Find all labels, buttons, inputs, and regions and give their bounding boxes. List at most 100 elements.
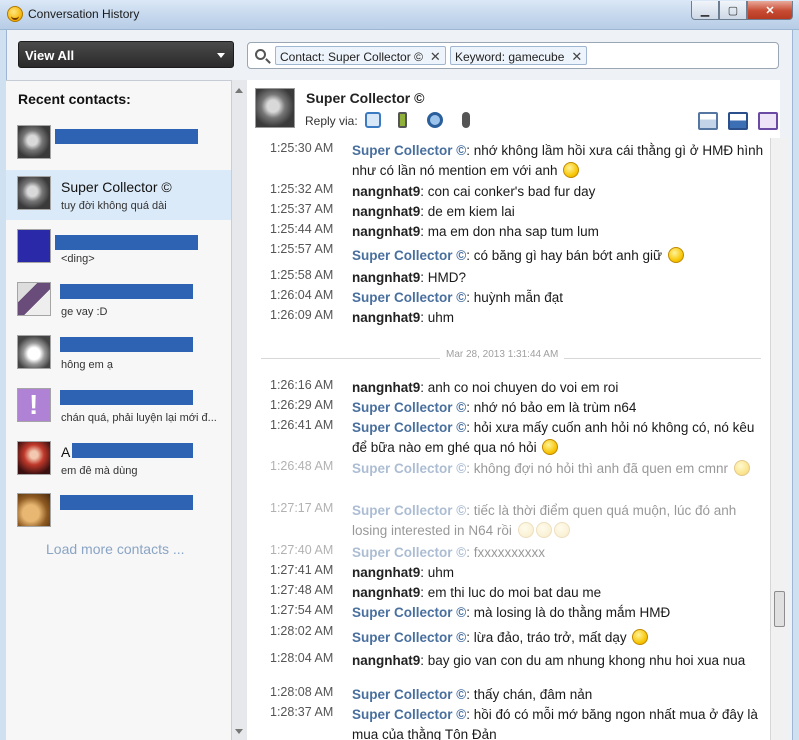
message-text: : lừa đảo, tráo trở, mất dạy bbox=[466, 630, 627, 645]
message-sender: Super Collector © bbox=[352, 687, 467, 702]
smile-emoticon-icon bbox=[553, 522, 570, 538]
message-time: 1:27:40 AM bbox=[270, 543, 334, 557]
message-text: : uhm bbox=[420, 310, 455, 325]
thumbs-up-emoticon-icon bbox=[733, 460, 750, 476]
video-call-icon[interactable] bbox=[427, 112, 443, 128]
redacted-name bbox=[60, 495, 193, 510]
redacted-name bbox=[55, 129, 198, 144]
delete-icon[interactable] bbox=[758, 112, 778, 130]
print-icon[interactable] bbox=[698, 112, 718, 130]
avatar bbox=[17, 229, 51, 263]
contact-item[interactable]: <ding> bbox=[6, 223, 231, 273]
phone-icon[interactable] bbox=[398, 112, 407, 128]
message-text: : thấy chán, đâm nản bbox=[466, 687, 593, 702]
message-time: 1:26:41 AM bbox=[270, 418, 334, 432]
thinking-emoticon-icon bbox=[563, 162, 580, 178]
message-time: 1:27:17 AM bbox=[270, 501, 334, 515]
redacted-name bbox=[60, 337, 193, 352]
search-filter-box[interactable]: Contact: Super Collector © ✕ Keyword: gam… bbox=[247, 42, 779, 69]
contacts-scrollbar[interactable] bbox=[231, 80, 247, 740]
view-all-dropdown[interactable]: View All bbox=[18, 41, 234, 68]
grin-emoticon-icon bbox=[542, 439, 559, 455]
message-log: 1:25:30 AM Super Collector ©: nhớ không … bbox=[247, 138, 770, 740]
message-time: 1:25:37 AM bbox=[270, 202, 334, 216]
contact-status: chán quá, phải luyện lại mới đ... bbox=[61, 412, 217, 424]
message-sender: nangnhat9 bbox=[352, 585, 421, 600]
message-sender: Super Collector © bbox=[352, 503, 467, 518]
message-text: : bay gio van con du am nhung khong nhu … bbox=[420, 653, 746, 668]
session-divider-date: Mar 28, 2013 1:31:44 AM bbox=[440, 349, 565, 360]
message-text: : con cai conker's bad fur day bbox=[420, 184, 596, 199]
close-button[interactable]: ✕ bbox=[747, 1, 793, 20]
message-text: : ma em don nha sap tum lum bbox=[420, 224, 599, 239]
message-sender: nangnhat9 bbox=[352, 380, 421, 395]
message-text: : anh co noi chuyen do voi em roi bbox=[420, 380, 619, 395]
messages-scrollbar[interactable] bbox=[770, 138, 787, 740]
message-sender: nangnhat9 bbox=[352, 565, 421, 580]
message-body: Super Collector ©: huỳnh mẫn đạt bbox=[352, 288, 764, 308]
message-text: : HMD? bbox=[420, 270, 467, 285]
redacted-name bbox=[55, 235, 198, 250]
chat-icon[interactable] bbox=[365, 112, 381, 128]
message-time: 1:26:09 AM bbox=[270, 308, 334, 322]
conversation-header: Super Collector © Reply via: bbox=[247, 80, 780, 138]
contact-item-selected[interactable]: Super Collector © tuy đời không quá dài bbox=[6, 170, 231, 220]
message-text: : em thi luc do moi bat dau me bbox=[420, 585, 602, 600]
message-time: 1:26:29 AM bbox=[270, 398, 334, 412]
scrollbar-thumb[interactable] bbox=[774, 591, 785, 627]
contact-item[interactable]: A em đê mà dùng bbox=[6, 435, 231, 485]
message-body: Super Collector ©: nhớ nó bảo em là trùm… bbox=[352, 398, 764, 418]
contact-item[interactable] bbox=[6, 119, 231, 169]
window-title: Conversation History bbox=[28, 7, 140, 21]
scroll-up-icon[interactable] bbox=[235, 88, 243, 93]
conversation-contact-name: Super Collector © bbox=[306, 90, 425, 106]
contact-filter-label: Contact: Super Collector © bbox=[280, 50, 423, 64]
message-body: Super Collector ©: mà losing là do thằng… bbox=[352, 603, 764, 623]
message-sender: nangnhat9 bbox=[352, 270, 421, 285]
message-text: : mà losing là do thằng mắm HMĐ bbox=[466, 605, 671, 620]
save-icon[interactable] bbox=[728, 112, 748, 130]
load-more-contacts-link[interactable]: Load more contacts ... bbox=[46, 541, 185, 557]
message-text: : fxxxxxxxxxx bbox=[466, 545, 545, 560]
message-body: Super Collector ©: có băng gì hay bán bớ… bbox=[352, 246, 764, 266]
contact-status: tuy đời không quá dài bbox=[61, 200, 167, 212]
message-text: : không đợi nó hỏi thì anh đã quen em cm… bbox=[466, 461, 728, 476]
message-sender: Super Collector © bbox=[352, 290, 467, 305]
recent-contacts-title: Recent contacts: bbox=[18, 91, 131, 107]
contact-item[interactable] bbox=[6, 487, 231, 537]
message-body: Super Collector ©: nhớ không lầm hồi xưa… bbox=[352, 141, 764, 181]
message-body: Super Collector ©: hỏi xưa mấy cuốn anh … bbox=[352, 418, 764, 458]
smile-emoticon-icon bbox=[517, 522, 534, 538]
message-sender: nangnhat9 bbox=[352, 310, 421, 325]
minimize-button[interactable]: ▁ bbox=[691, 1, 719, 20]
message-body: nangnhat9: HMD? bbox=[352, 268, 764, 288]
message-sender: nangnhat9 bbox=[352, 184, 421, 199]
voice-icon[interactable] bbox=[462, 112, 470, 128]
message-text: : có băng gì hay bán bớt anh giữ bbox=[466, 248, 662, 263]
grin-emoticon-icon bbox=[667, 247, 684, 263]
contact-item[interactable]: ge vay :D bbox=[6, 276, 231, 326]
close-icon: ✕ bbox=[765, 4, 775, 17]
remove-keyword-filter-icon[interactable]: ✕ bbox=[571, 49, 582, 64]
keyword-filter-token[interactable]: Keyword: gamecube ✕ bbox=[450, 46, 588, 65]
minimize-icon: ▁ bbox=[700, 4, 710, 17]
scroll-down-icon[interactable] bbox=[235, 729, 243, 734]
remove-contact-filter-icon[interactable]: ✕ bbox=[430, 49, 441, 64]
message-text: : nhớ nó bảo em là trùm n64 bbox=[466, 400, 637, 415]
message-text: : huỳnh mẫn đạt bbox=[466, 290, 564, 305]
contact-filter-token[interactable]: Contact: Super Collector © ✕ bbox=[275, 46, 446, 65]
message-body: nangnhat9: anh co noi chuyen do voi em r… bbox=[352, 378, 764, 398]
search-icon bbox=[255, 49, 266, 60]
avatar bbox=[17, 335, 51, 369]
message-time: 1:26:04 AM bbox=[270, 288, 334, 302]
contact-status: em đê mà dùng bbox=[61, 465, 138, 477]
message-time: 1:25:32 AM bbox=[270, 182, 334, 196]
message-sender: Super Collector © bbox=[352, 461, 467, 476]
message-time: 1:25:57 AM bbox=[270, 242, 334, 256]
maximize-button[interactable]: ▢ bbox=[719, 1, 747, 20]
contact-item[interactable]: hông em ạ bbox=[6, 329, 231, 379]
message-body: Super Collector ©: lừa đảo, tráo trở, mấ… bbox=[352, 628, 764, 648]
message-sender: Super Collector © bbox=[352, 420, 467, 435]
contact-item[interactable]: chán quá, phải luyện lại mới đ... bbox=[6, 382, 231, 432]
message-sender: Super Collector © bbox=[352, 248, 467, 263]
